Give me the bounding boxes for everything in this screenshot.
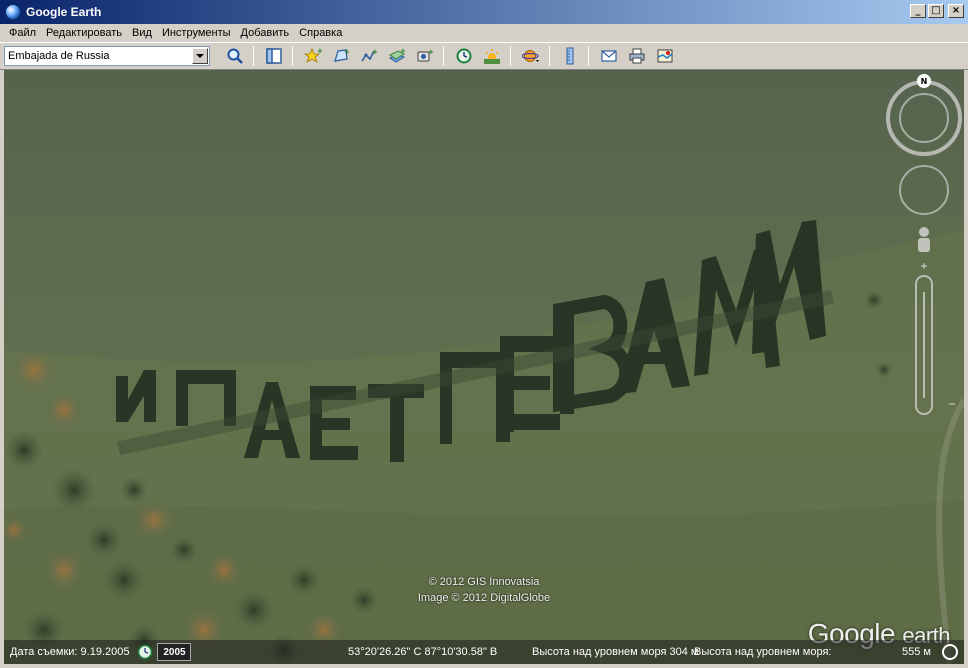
toolbar-separator <box>588 46 589 66</box>
historical-clock-icon[interactable] <box>137 644 153 660</box>
placemark-pin-icon: + <box>304 47 322 63</box>
switch-planet-button[interactable] <box>518 45 544 67</box>
add-placemark-button[interactable]: + <box>300 45 326 67</box>
maximize-button[interactable]: □ <box>928 4 944 18</box>
navigation-controls: + − N <box>884 70 964 430</box>
search-combobox[interactable] <box>4 46 210 66</box>
svg-text:+: + <box>428 48 434 56</box>
toolbar-separator <box>549 46 550 66</box>
eye-altitude-value: 555 м <box>902 646 931 658</box>
streaming-indicator-icon <box>942 644 958 660</box>
search-button[interactable] <box>222 45 248 67</box>
imagery-date: Дата съемки: 9.19.2005 <box>10 646 130 658</box>
elevation-label: Высота над уровнем моря <box>532 646 667 658</box>
imagery-year-badge[interactable]: 2005 <box>157 643 192 661</box>
ruler-icon <box>566 47 574 65</box>
map-view[interactable]: + − N © 2012 GIS Innovatsia Image © 2012… <box>4 70 964 664</box>
sun-icon <box>484 49 500 64</box>
email-button[interactable] <box>596 45 622 67</box>
search-input[interactable] <box>5 47 193 65</box>
svg-text:+: + <box>317 47 322 55</box>
sunlight-button[interactable] <box>479 45 505 67</box>
add-polygon-button[interactable]: + <box>328 45 354 67</box>
menu-bar: Файл Редактировать Вид Инструменты Добав… <box>0 24 968 42</box>
nav-control-graphics: + − <box>886 80 962 415</box>
map-icon <box>657 49 673 63</box>
menu-help[interactable]: Справка <box>294 27 347 39</box>
menu-view[interactable]: Вид <box>127 27 157 39</box>
record-tour-button[interactable]: + <box>412 45 438 67</box>
title-bar: Google Earth _ □ × <box>0 0 968 24</box>
toolbar-separator <box>443 46 444 66</box>
copyright-line-2: Image © 2012 DigitalGlobe <box>417 592 551 604</box>
ruler-button[interactable] <box>557 45 583 67</box>
magnifier-icon <box>227 48 243 64</box>
svg-text:+: + <box>372 48 378 56</box>
path-icon: + <box>361 48 378 62</box>
menu-edit[interactable]: Редактировать <box>41 27 127 39</box>
window-title: Google Earth <box>26 5 102 19</box>
toolbar-separator <box>253 46 254 66</box>
record-tour-icon: + <box>417 48 434 62</box>
toolbar-separator <box>510 46 511 66</box>
svg-text:+: + <box>344 48 350 56</box>
elevation-readout: Высота над уровнем моря 304 м <box>532 646 698 658</box>
menu-file[interactable]: Файл <box>4 27 41 39</box>
clock-arrow-icon <box>456 48 472 64</box>
north-indicator[interactable]: N <box>917 74 931 88</box>
minimize-button[interactable]: _ <box>910 4 926 18</box>
sidebar-toggle-button[interactable] <box>261 45 287 67</box>
planet-icon <box>522 50 539 62</box>
view-in-maps-button[interactable] <box>652 45 678 67</box>
eye-altitude-label: Высота над уровнем моря: <box>694 646 832 658</box>
window-controls: _ □ × <box>910 4 964 18</box>
add-path-button[interactable]: + <box>356 45 382 67</box>
menu-add[interactable]: Добавить <box>236 27 295 39</box>
polygon-icon: + <box>334 48 350 62</box>
toolbar: + + + + + <box>0 42 968 70</box>
copyright-line-1: © 2012 GIS Innovatsia <box>428 576 540 588</box>
svg-text:−: − <box>948 397 955 411</box>
sidebar-icon <box>266 48 282 64</box>
google-earth-icon <box>5 4 21 20</box>
svg-text:+: + <box>400 47 406 55</box>
close-button[interactable]: × <box>948 4 964 18</box>
dropdown-arrow-icon[interactable] <box>192 48 208 64</box>
image-overlay-icon: + <box>389 47 406 63</box>
historical-imagery-button[interactable] <box>451 45 477 67</box>
add-image-overlay-button[interactable]: + <box>384 45 410 67</box>
svg-text:+: + <box>920 259 927 273</box>
envelope-icon <box>601 50 617 62</box>
status-bar: Дата съемки: 9.19.2005 2005 53°20'26.26"… <box>4 640 964 664</box>
toolbar-separator <box>292 46 293 66</box>
print-button[interactable] <box>624 45 650 67</box>
menu-tools[interactable]: Инструменты <box>157 27 236 39</box>
cursor-coordinates: 53°20'26.26" С 87°10'30.58" В <box>348 646 498 658</box>
satellite-imagery <box>4 70 964 664</box>
printer-icon <box>629 48 645 64</box>
